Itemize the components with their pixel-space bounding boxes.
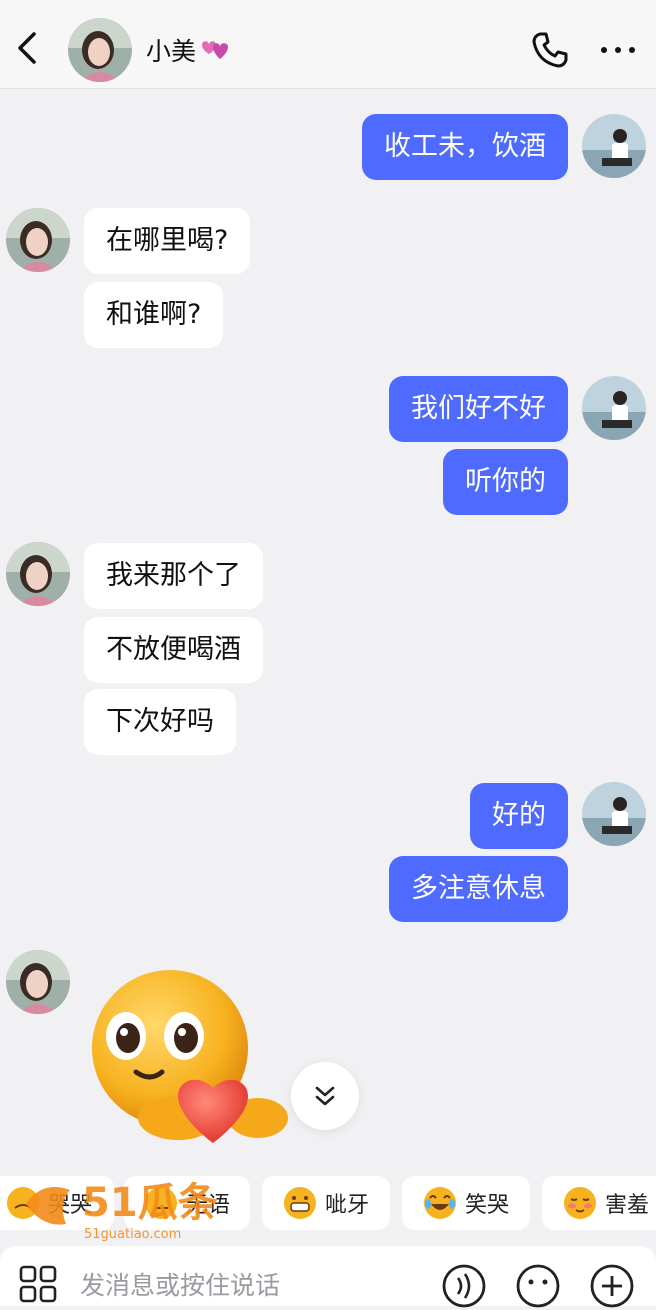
emoji-chip[interactable]: 呲牙	[262, 1176, 390, 1230]
message-bubble-incoming[interactable]: 在哪里喝?	[84, 208, 251, 274]
phone-icon[interactable]	[530, 30, 570, 70]
message-input-area[interactable]: 发消息或按住说话	[0, 1246, 656, 1308]
watermark-logo: 51瓜条 51guatiao.com	[26, 1180, 218, 1242]
shy-face-icon	[563, 1187, 596, 1219]
message-bubble-incoming[interactable]: 下次好吗	[84, 689, 236, 755]
watermark-url: 51guatiao.com	[84, 1227, 181, 1242]
more-horizontal-icon[interactable]	[598, 40, 638, 60]
input-bar: 发消息或按住说话	[0, 1246, 656, 1308]
message-input[interactable]: 发消息或按住说话	[80, 1266, 280, 1302]
my-avatar[interactable]	[582, 782, 646, 846]
plus-icon[interactable]	[588, 1262, 636, 1310]
chevron-left-icon[interactable]	[12, 28, 44, 68]
emoji-chip[interactable]: 笑哭	[402, 1176, 530, 1230]
chat-title: 小美	[146, 37, 197, 66]
watermark-text: 51瓜条	[82, 1180, 218, 1226]
contact-avatar[interactable]	[68, 18, 132, 82]
grinning-face-icon	[283, 1187, 316, 1219]
emoji-chip[interactable]: 害羞	[542, 1176, 656, 1230]
message-bubble-outgoing[interactable]: 收工未，饮酒	[362, 114, 568, 180]
message-bubble-outgoing[interactable]: 听你的	[443, 449, 568, 515]
my-avatar[interactable]	[582, 114, 646, 178]
message-bubble-outgoing[interactable]: 我们好不好	[389, 376, 568, 442]
revolving-hearts-icon	[202, 41, 229, 59]
contact-avatar[interactable]	[6, 208, 70, 272]
voice-icon[interactable]	[440, 1262, 488, 1310]
scroll-to-bottom-button[interactable]	[291, 1062, 359, 1130]
my-avatar[interactable]	[582, 376, 646, 440]
emoji-chip-label: 呲牙	[324, 1193, 369, 1218]
message-bubble-incoming[interactable]: 我来那个了	[84, 543, 263, 609]
message-bubble-outgoing[interactable]: 好的	[470, 783, 568, 849]
emoji-chip-label: 笑哭	[464, 1193, 509, 1218]
message-bubble-outgoing[interactable]: 多注意休息	[389, 856, 568, 922]
tears-of-joy-icon	[423, 1187, 456, 1219]
double-chevron-down-icon	[315, 1086, 335, 1106]
message-bubble-incoming[interactable]: 和谁啊?	[84, 282, 224, 348]
heart-emoji-sticker[interactable]	[88, 968, 298, 1158]
chat-header: 小美	[0, 0, 656, 89]
contact-avatar[interactable]	[6, 542, 70, 606]
contact-avatar[interactable]	[6, 950, 70, 1014]
emoji-icon[interactable]	[514, 1262, 562, 1310]
emoji-chip-label: 害羞	[604, 1193, 649, 1218]
message-bubble-incoming[interactable]: 不放便喝酒	[84, 617, 263, 683]
apps-grid-icon[interactable]	[18, 1264, 58, 1304]
